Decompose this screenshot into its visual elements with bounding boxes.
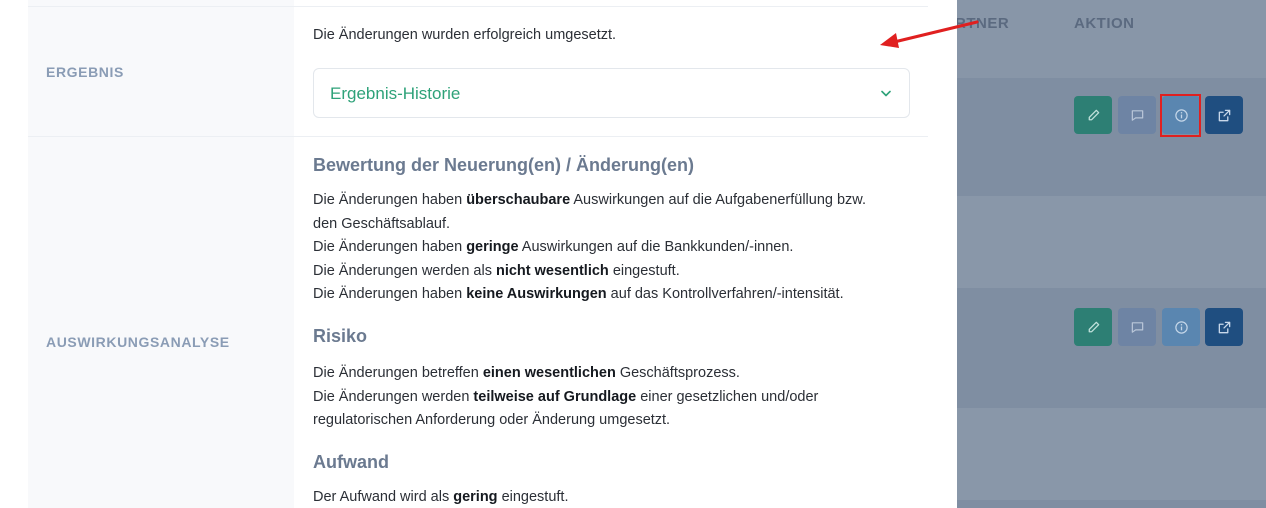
auswirkungsanalyse-label: AUSWIRKUNGSANALYSE <box>46 334 230 350</box>
text-line: regulatorischen Anforderung oder Änderun… <box>313 412 671 428</box>
aufwand-heading: Aufwand <box>313 452 389 472</box>
row-divider <box>28 6 928 7</box>
screen: RTNER AKTION ERGEBNIS Die Änderungen wur… <box>0 0 1266 508</box>
column-header-aktion: AKTION <box>1074 15 1135 32</box>
risiko-heading: Risiko <box>313 326 368 346</box>
text-line: Die Änderungen haben überschaubare Auswi… <box>313 192 867 208</box>
bewertung-text: Die Änderungen haben überschaubare Auswi… <box>313 189 923 307</box>
external-link-icon <box>1218 109 1230 121</box>
chevron-down-icon <box>881 90 891 97</box>
accordion-title: Ergebnis-Historie <box>330 84 461 103</box>
text-line: Die Änderungen haben geringe Auswirkunge… <box>313 239 794 255</box>
text-line: Die Änderungen werden als nicht wesentli… <box>313 262 680 279</box>
risiko-text: Die Änderungen betreffen einen wesentlic… <box>313 362 923 433</box>
annotation-arrow <box>880 20 979 48</box>
bewertung-heading: Bewertung der Neuerung(en) / Änderung(en… <box>313 155 695 175</box>
info-button[interactable] <box>1162 308 1200 346</box>
background-table: RTNER AKTION <box>955 0 1266 508</box>
detail-panel: ERGEBNIS Die Änderungen wurden erfolgrei… <box>0 0 957 508</box>
open-external-button[interactable] <box>1205 96 1243 134</box>
text-line: Die Änderungen werden teilweise auf Grun… <box>313 388 819 405</box>
text-line: Die Änderungen haben keine Auswirkungen … <box>313 286 844 302</box>
info-icon <box>1174 108 1188 122</box>
edit-icon <box>1088 109 1099 120</box>
text-line: den Geschäftsablauf. <box>313 215 451 232</box>
edit-button[interactable] <box>1074 96 1112 134</box>
table-header-row: RTNER AKTION <box>955 0 1266 78</box>
row-divider <box>28 136 928 137</box>
comment-button[interactable] <box>1118 96 1156 134</box>
ergebnis-label: ERGEBNIS <box>46 64 124 80</box>
edit-icon <box>1088 321 1099 332</box>
open-external-button[interactable] <box>1205 308 1243 346</box>
comment-icon <box>1131 109 1143 121</box>
text-line: Die Änderungen betreffen einen wesentlic… <box>313 365 740 381</box>
table-row <box>957 500 1266 508</box>
edit-button[interactable] <box>1074 308 1112 346</box>
comment-button[interactable] <box>1118 308 1156 346</box>
table-row <box>957 408 1266 500</box>
text-line: Der Aufwand wird als gering eingestuft. <box>313 489 569 505</box>
table-row <box>957 288 1266 408</box>
table-row <box>957 196 1266 288</box>
ergebnis-history-accordion[interactable]: Ergebnis-Historie <box>313 68 910 118</box>
external-link-icon <box>1218 321 1230 333</box>
aufwand-text: Der Aufwand wird als gering eingestuft. <box>313 486 923 508</box>
ergebnis-text: Die Änderungen wurden erfolgreich umgese… <box>313 27 617 43</box>
info-icon <box>1174 320 1188 334</box>
info-button[interactable] <box>1162 96 1200 134</box>
comment-icon <box>1131 321 1143 333</box>
